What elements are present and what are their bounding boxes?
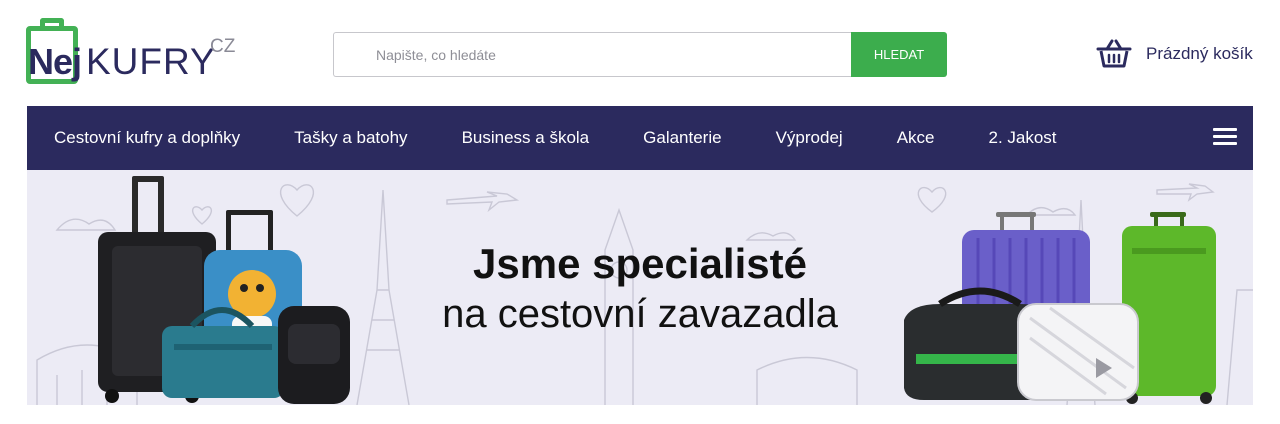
hamburger-icon[interactable] <box>1213 128 1237 146</box>
main-navigation: Cestovní kufry a doplňky Tašky a batohy … <box>27 106 1253 170</box>
logo-nej-text: Nej <box>28 41 82 82</box>
nav-item-2-jakost[interactable]: 2. Jakost <box>988 128 1056 148</box>
site-logo[interactable]: Nej KUFRY CZ <box>26 18 246 88</box>
cart-label: Prázdný košík <box>1146 44 1253 63</box>
logo-cz-text: CZ <box>210 36 236 57</box>
nav-item-galanterie[interactable]: Galanterie <box>643 128 721 148</box>
search-bar: HLEDAT <box>333 32 947 77</box>
cart-link[interactable]: Prázdný košík <box>1096 38 1253 70</box>
hero-banner[interactable]: Jsme specialisté na cestovní zavazadla <box>27 170 1253 405</box>
nav-item-vyprodej[interactable]: Výprodej <box>776 128 843 148</box>
search-input[interactable] <box>333 32 853 77</box>
right-luggage-group-image <box>904 212 1216 404</box>
nav-item-akce[interactable]: Akce <box>897 128 935 148</box>
site-header: Nej KUFRY CZ HLEDAT Prázdný košík <box>0 0 1280 106</box>
logo-kufry-text: KUFRY <box>86 41 216 82</box>
search-button[interactable]: HLEDAT <box>851 32 947 77</box>
nav-item-cestovni-kufry[interactable]: Cestovní kufry a doplňky <box>54 128 240 148</box>
nav-item-business-skola[interactable]: Business a škola <box>462 128 590 148</box>
nav-item-tasky-batohy[interactable]: Tašky a batohy <box>294 128 407 148</box>
basket-icon <box>1096 39 1132 68</box>
